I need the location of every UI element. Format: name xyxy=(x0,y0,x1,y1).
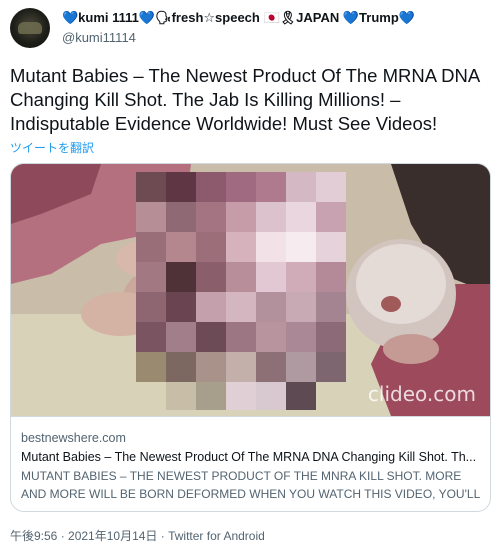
tweet-timestamp[interactable]: 午後9:56 · 2021年10月14日 xyxy=(10,529,157,543)
author-display-name[interactable]: 💙kumi 1111💙🗣fresh☆speech 🇯🇵🎗JAPAN 💙Trump… xyxy=(62,10,415,26)
card-meta[interactable]: bestnewshere.com Mutant Babies – The New… xyxy=(11,416,490,512)
video-watermark: clideo.com xyxy=(367,382,476,406)
card-title: Mutant Babies – The Newest Product Of Th… xyxy=(21,450,477,464)
tweet-source[interactable]: Twitter for Android xyxy=(168,529,265,543)
link-card[interactable]: clideo.com bestnewshere.com Mutant Babie… xyxy=(10,163,491,512)
footer-separator: · xyxy=(157,529,169,543)
tweet-header: 💙kumi 1111💙🗣fresh☆speech 🇯🇵🎗JAPAN 💙Trump… xyxy=(10,8,490,50)
card-image[interactable]: clideo.com xyxy=(11,164,490,416)
card-description: MUTANT BABIES – THE NEWEST PRODUCT OF TH… xyxy=(21,469,480,512)
card-photo xyxy=(11,164,490,416)
pixelated-censor-block xyxy=(136,172,346,410)
tweet-text: Mutant Babies – The Newest Product Of Th… xyxy=(10,65,480,134)
tweet-footer: 午後9:56 · 2021年10月14日 · Twitter for Andro… xyxy=(10,527,265,544)
author-handle[interactable]: @kumi11114 xyxy=(62,30,136,45)
card-domain: bestnewshere.com xyxy=(21,431,126,445)
avatar[interactable] xyxy=(10,8,50,48)
translate-tweet-link[interactable]: ツイートを翻訳 xyxy=(10,139,94,156)
